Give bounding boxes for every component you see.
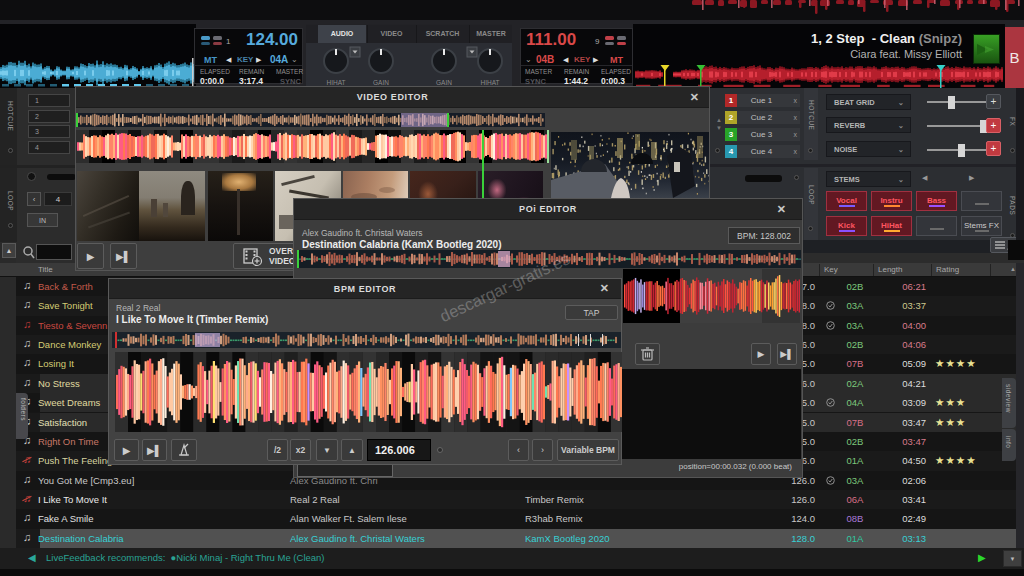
svg-text:HIHAT: HIHAT	[326, 79, 345, 86]
svg-text:HIHAT: HIHAT	[480, 79, 499, 86]
svg-text:GAIN: GAIN	[436, 79, 452, 86]
svg-text:GAIN: GAIN	[373, 79, 389, 86]
